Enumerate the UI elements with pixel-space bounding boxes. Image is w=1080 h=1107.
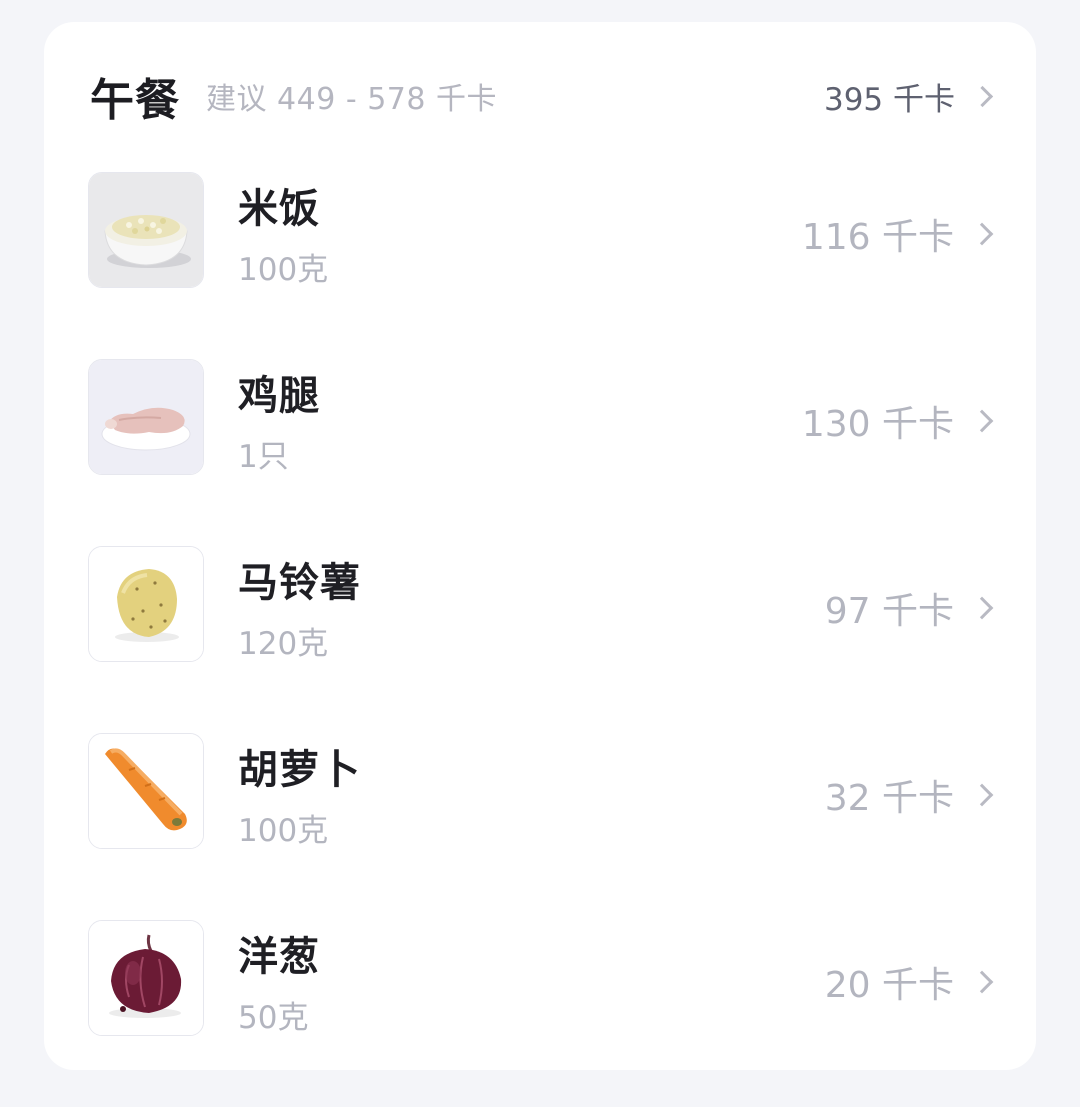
food-calories: 32 千卡 [825,769,996,821]
food-item-potato[interactable]: 马铃薯 120克 97 千卡 [88,546,996,733]
food-amount: 100克 [238,813,329,849]
food-item-onion[interactable]: 洋葱 50克 20 千卡 [88,920,996,1107]
chevron-right-icon [970,970,994,994]
food-name: 马铃薯 [238,560,361,606]
food-amount: 1只 [238,439,289,475]
food-item-carrot[interactable]: 胡萝卜 100克 32 千卡 [88,733,996,920]
food-calories-text: 130 千卡 [801,404,954,445]
chevron-right-icon [970,783,994,807]
food-calories-text: 97 千卡 [824,591,954,632]
food-calories: 20 千卡 [825,956,996,1008]
food-amount: 120克 [238,626,329,662]
lunch-card: 午餐 建议 449 - 578 千卡 395 千卡 米饭 100克 116 千卡… [44,22,1036,1070]
chevron-right-icon [970,222,994,246]
carrot-icon [88,733,204,849]
chevron-right-icon [970,409,994,433]
meal-header[interactable]: 午餐 建议 449 - 578 千卡 395 千卡 [90,68,996,126]
food-amount: 100克 [238,252,329,288]
food-name: 米饭 [238,186,320,232]
food-item-chicken-leg[interactable]: 鸡腿 1只 130 千卡 [88,359,996,546]
onion-icon [88,920,204,1036]
food-calories: 130 千卡 [802,395,996,447]
meal-title: 午餐 [90,75,180,126]
food-amount: 50克 [238,1000,309,1036]
chevron-right-icon [971,85,994,107]
rice-bowl-icon [88,172,204,288]
chevron-right-icon [970,596,994,620]
food-list: 米饭 100克 116 千卡 鸡腿 1只 130 千卡 马铃薯 120克 97 … [88,172,996,1107]
food-name: 洋葱 [238,934,320,980]
food-calories: 97 千卡 [825,582,996,634]
chicken-leg-icon [88,359,204,475]
calorie-suggestion: 建议 449 - 578 千卡 [206,82,497,117]
meal-total-text: 395 千卡 [823,81,955,118]
food-calories-text: 116 千卡 [801,217,954,258]
food-name: 胡萝卜 [238,747,361,793]
food-calories-text: 20 千卡 [824,965,954,1006]
food-item-rice[interactable]: 米饭 100克 116 千卡 [88,172,996,359]
food-calories: 116 千卡 [802,208,996,260]
food-calories-text: 32 千卡 [824,778,954,819]
food-name: 鸡腿 [238,373,320,419]
meal-total-calories[interactable]: 395 千卡 [824,74,996,119]
potato-icon [88,546,204,662]
